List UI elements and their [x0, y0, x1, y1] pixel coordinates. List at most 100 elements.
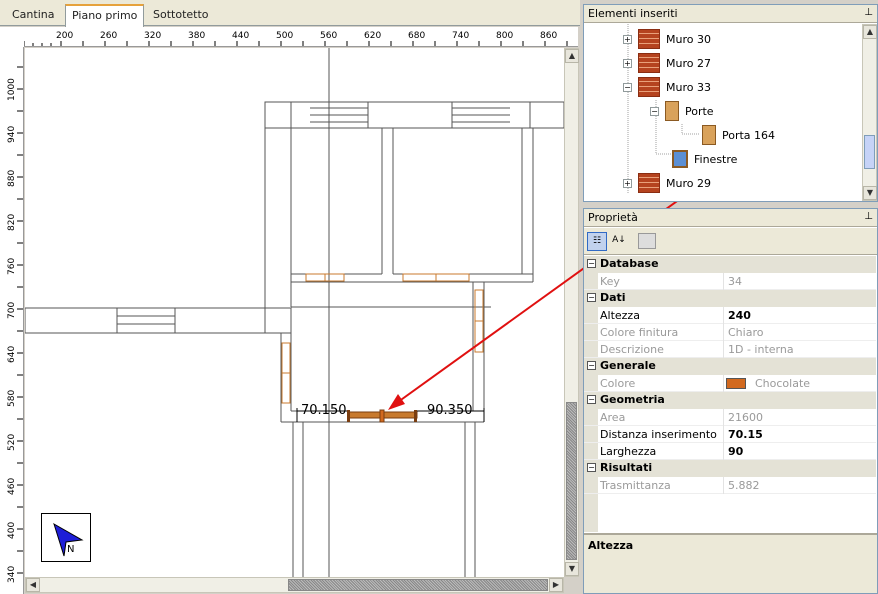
collapse-icon[interactable]: −	[623, 82, 632, 92]
ruler-v-label: 460	[7, 478, 17, 495]
expand-icon[interactable]: +	[623, 58, 632, 68]
category-dati[interactable]: − Dati	[584, 290, 876, 307]
ruler-v-label: 340	[7, 566, 17, 583]
tree-item-finestre[interactable]: Finestre	[672, 148, 737, 170]
category-geometria[interactable]: − Geometria	[584, 392, 876, 409]
property-description: Altezza	[584, 533, 877, 593]
pin-icon[interactable]: ⊥	[864, 7, 873, 18]
prop-row-distanza-inserimento[interactable]: Distanza inserimento 70.15	[584, 426, 876, 443]
prop-row-trasmittanza[interactable]: Trasmittanza 5.882	[584, 477, 876, 494]
ruler-h-label: 200	[56, 31, 73, 41]
properties-toolbar: ☷ A↓	[584, 228, 877, 255]
prop-row-area[interactable]: Area 21600	[584, 409, 876, 426]
tree-item-muro-27[interactable]: + Muro 27	[623, 52, 711, 74]
tree-item-label: Porte	[685, 104, 714, 118]
properties-panel-title: Proprietà ⊥	[584, 209, 877, 227]
ruler-v-label: 520	[7, 434, 17, 451]
ruler-h-label: 560	[320, 31, 337, 41]
prop-row-colore[interactable]: Colore Chocolate	[584, 375, 876, 392]
collapse-icon[interactable]: −	[587, 259, 596, 268]
door-icon	[665, 101, 679, 121]
vertical-scroll-thumb[interactable]	[566, 402, 577, 560]
collapse-icon[interactable]: −	[587, 463, 596, 472]
ruler-h-label: 260	[100, 31, 117, 41]
tab-sottotetto[interactable]: Sottotetto	[147, 5, 215, 26]
property-pages-icon[interactable]	[638, 233, 656, 249]
door-icon	[702, 125, 716, 145]
ruler-v-label: 400	[7, 522, 17, 539]
properties-panel-title-text: Proprietà	[588, 211, 638, 224]
ruler-h-label: 800	[496, 31, 513, 41]
tree-item-muro-33[interactable]: − Muro 33	[623, 76, 711, 98]
tree-item-muro-30[interactable]: + Muro 30	[623, 28, 711, 50]
scroll-left-icon[interactable]: ◀	[26, 578, 40, 592]
properties-panel: Proprietà ⊥ ☷ A↓ − Database Key 34 − Dati A…	[583, 208, 878, 594]
collapse-icon[interactable]: −	[587, 395, 596, 404]
collapse-icon[interactable]: −	[587, 361, 596, 370]
property-grid: − Database Key 34 − Dati Altezza 240 Colore …	[584, 256, 877, 532]
ruler-v-label: 580	[7, 390, 17, 407]
tree-item-label: Porta 164	[722, 128, 776, 142]
horizontal-scroll-thumb[interactable]	[288, 579, 548, 591]
ruler-h-label: 440	[232, 31, 249, 41]
tree-item-porta-164[interactable]: Porta 164	[702, 124, 775, 146]
tree-item-muro-29[interactable]: + Muro 29	[623, 172, 711, 194]
horizontal-ruler: 200 260 320 380 440 500 560 620 680 740 …	[24, 27, 578, 47]
expand-icon[interactable]: +	[623, 178, 632, 188]
collapse-icon[interactable]: −	[650, 106, 659, 116]
compass-icon: N	[41, 513, 91, 562]
scroll-right-icon[interactable]: ▶	[549, 578, 563, 592]
prop-row-descrizione[interactable]: Descrizione 1D - interna	[584, 341, 876, 358]
scroll-down-icon[interactable]: ▼	[863, 186, 877, 200]
tab-piano-primo[interactable]: Piano primo	[65, 4, 145, 27]
tree-vertical-scrollbar[interactable]: ▲ ▼	[862, 24, 877, 201]
ruler-h-label: 380	[188, 31, 205, 41]
alphabetical-sort-icon[interactable]: A↓	[609, 232, 629, 251]
ruler-v-label: 760	[7, 258, 17, 275]
ruler-v-label: 880	[7, 170, 17, 187]
elements-tree-panel: Elementi inseriti ⊥ + Muro 30 + Muro 27 …	[583, 4, 878, 202]
dimension-left-label: 70.150	[301, 403, 347, 418]
collapse-icon[interactable]: −	[587, 293, 596, 302]
ruler-h-label: 320	[144, 31, 161, 41]
prop-row-altezza[interactable]: Altezza 240	[584, 307, 876, 324]
tab-cantina[interactable]: Cantina	[6, 5, 60, 26]
elements-panel-title-text: Elementi inseriti	[588, 7, 678, 20]
tree-item-label: Muro 33	[666, 80, 711, 94]
ruler-v-label: 820	[7, 214, 17, 231]
expand-icon[interactable]: +	[623, 34, 632, 44]
categorized-view-icon[interactable]: ☷	[587, 232, 607, 251]
category-risultati[interactable]: − Risultati	[584, 460, 876, 477]
ruler-h-label: 860	[540, 31, 557, 41]
ruler-h-label: 740	[452, 31, 469, 41]
wall-icon	[638, 173, 660, 193]
selected-door-porta-164	[347, 409, 418, 423]
scroll-down-icon[interactable]: ▼	[565, 562, 579, 576]
pin-icon[interactable]: ⊥	[864, 211, 873, 222]
floor-plan-canvas[interactable]: 70.150 90.350 N	[25, 48, 564, 577]
ruler-v-label: 940	[7, 126, 17, 143]
tree-item-label: Muro 29	[666, 176, 711, 190]
ruler-corner	[0, 27, 24, 47]
canvas-vertical-scrollbar[interactable]: ▲ ▼	[564, 48, 579, 577]
scroll-up-icon[interactable]: ▲	[565, 49, 579, 63]
category-database[interactable]: − Database	[584, 256, 876, 273]
prop-row-larghezza[interactable]: Larghezza 90	[584, 443, 876, 460]
svg-text:N: N	[67, 544, 74, 555]
scroll-up-icon[interactable]: ▲	[863, 25, 877, 39]
tree-item-porte[interactable]: − Porte	[650, 100, 714, 122]
vertical-ruler: 1000 940 880 820 760 700 640 580 520 460…	[0, 47, 24, 594]
property-description-title: Altezza	[588, 539, 634, 552]
wall-icon	[638, 77, 660, 97]
ruler-h-label: 680	[408, 31, 425, 41]
tree-scroll-thumb[interactable]	[864, 135, 875, 169]
ruler-h-label: 620	[364, 31, 381, 41]
elements-panel-title: Elementi inseriti ⊥	[584, 5, 877, 23]
canvas-horizontal-scrollbar[interactable]: ◀ ▶	[25, 577, 564, 593]
tree-item-label: Muro 30	[666, 32, 711, 46]
prop-row-key[interactable]: Key 34	[584, 273, 876, 290]
ruler-v-label: 700	[7, 302, 17, 319]
category-generale[interactable]: − Generale	[584, 358, 876, 375]
dimension-right-label: 90.350	[427, 403, 473, 418]
prop-row-colore-finitura[interactable]: Colore finitura Chiaro	[584, 324, 876, 341]
